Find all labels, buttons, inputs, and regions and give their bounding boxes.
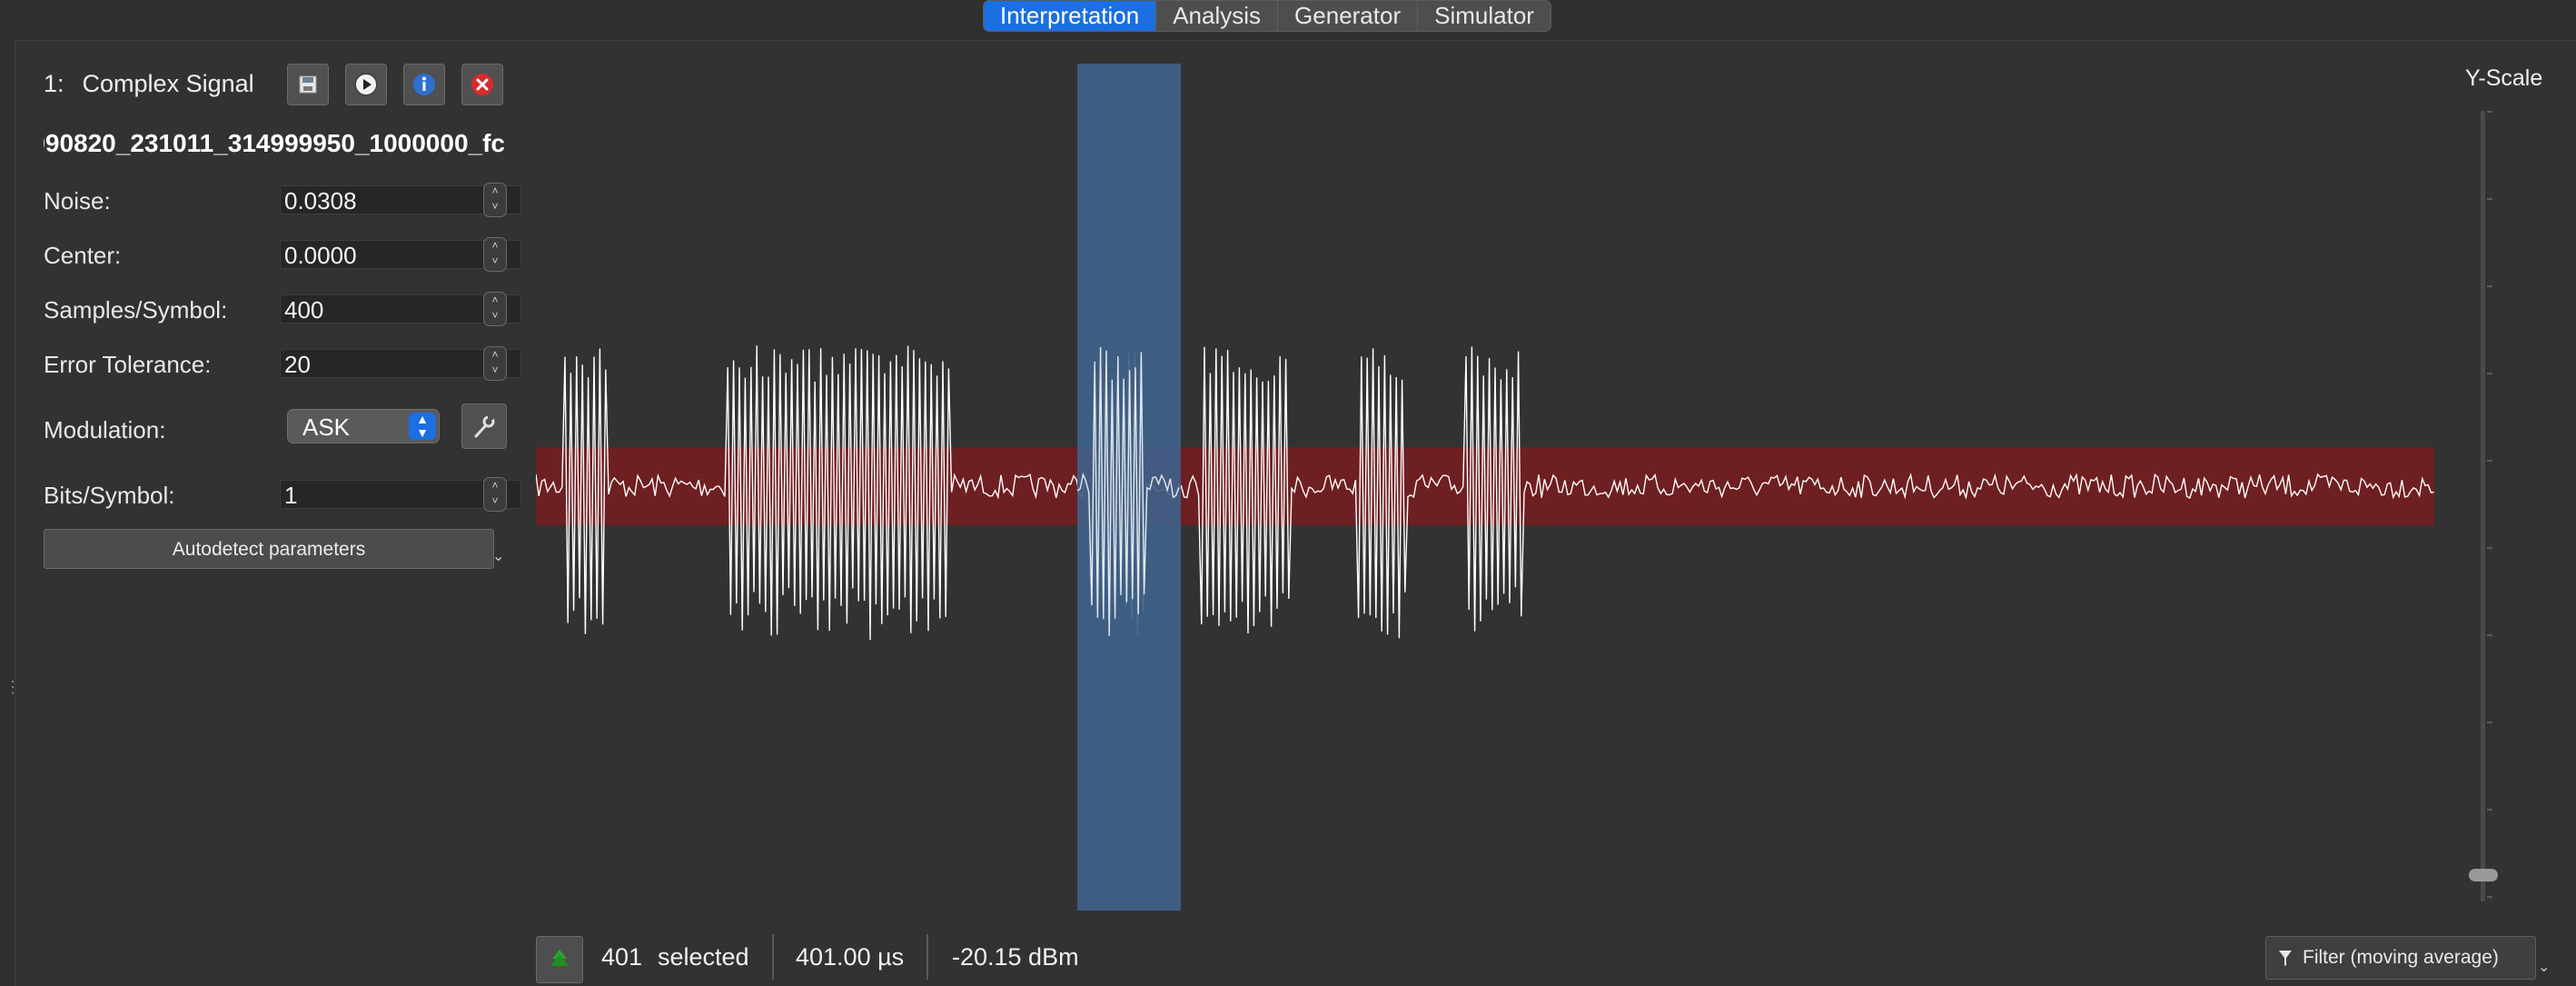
modulation-value: ASK <box>302 413 351 441</box>
y-scale-tick <box>2487 460 2492 462</box>
selection-power: -20.15 dBm <box>952 943 1079 971</box>
info-icon <box>413 74 435 95</box>
y-scale-tick <box>2487 809 2492 811</box>
signal-filename: 1090820_231011_314999950_1000000_fc <box>44 129 505 160</box>
funnel-icon <box>2277 937 2294 979</box>
play-icon <box>354 73 378 96</box>
selected-count: 401 <box>601 943 643 971</box>
tab-generator[interactable]: Generator <box>1278 1 1419 31</box>
autodetect-button[interactable]: Autodetect parameters <box>44 529 494 569</box>
signal-plot[interactable] <box>536 64 2462 918</box>
y-scale-slider[interactable] <box>2462 107 2507 907</box>
error-tolerance-stepper[interactable]: ˄ ˅ <box>483 346 507 381</box>
selection-duration: 401.00 µs <box>796 943 905 971</box>
chevron-updown-icon: ▲ ▼ <box>409 413 436 440</box>
splitter-handle[interactable]: ⋮ <box>5 677 21 697</box>
noise-label: Noise: <box>44 187 111 214</box>
noise-stepper[interactable]: ˄ ˅ <box>483 183 507 217</box>
selected-label: selected <box>658 943 749 971</box>
close-icon <box>471 74 493 95</box>
center-label: Center: <box>44 242 122 269</box>
y-scale-tick <box>2487 198 2492 200</box>
y-scale-ticks <box>2487 111 2492 898</box>
signal-name: Complex Signal <box>82 69 254 97</box>
y-scale-tick <box>2487 896 2492 898</box>
replay-button[interactable] <box>345 64 387 105</box>
y-scale-tick <box>2487 373 2492 374</box>
tree-icon <box>550 950 569 971</box>
status-divider <box>926 934 928 980</box>
error-tolerance-label: Error Tolerance: <box>44 351 212 378</box>
tab-interpretation[interactable]: Interpretation <box>984 1 1157 31</box>
tab-analysis[interactable]: Analysis <box>1156 1 1279 31</box>
modulation-label: Modulation: <box>44 416 166 443</box>
filter-button[interactable]: Filter (moving average) <box>2265 936 2536 980</box>
y-scale-label: Y-Scale <box>2465 65 2543 91</box>
tab-bar: Interpretation Analysis Generator Simula… <box>983 0 1551 32</box>
y-scale-tick <box>2487 547 2492 549</box>
filter-dropdown-icon[interactable]: ⌄ <box>2538 958 2550 976</box>
y-scale-tick <box>2487 634 2492 636</box>
bits-per-symbol-stepper[interactable]: ˄ ˅ <box>483 477 507 512</box>
signal-index: 1: <box>44 69 64 97</box>
y-scale-tick <box>2487 111 2492 113</box>
signal-filename-text: 1090820_231011_314999950_1000000_fc <box>44 129 505 157</box>
signal-title: 1: Complex Signal <box>44 70 254 98</box>
y-scale-tick <box>2487 722 2492 723</box>
status-divider <box>772 934 774 980</box>
save-button[interactable] <box>287 64 329 105</box>
modulation-select[interactable]: ASK ▲ ▼ <box>287 409 440 443</box>
filter-label: Filter (moving average) <box>2303 947 2499 968</box>
info-button[interactable] <box>403 64 445 105</box>
center-stepper[interactable]: ˄ ˅ <box>483 237 507 272</box>
bits-per-symbol-label: Bits/Symbol: <box>44 482 175 509</box>
signal-title-row: 1: Complex Signal <box>44 62 254 105</box>
show-tree-button[interactable] <box>536 936 583 983</box>
close-signal-button[interactable] <box>461 64 503 105</box>
samples-per-symbol-stepper[interactable]: ˄ ˅ <box>483 292 507 326</box>
save-icon <box>299 75 317 94</box>
wrench-icon <box>474 415 495 438</box>
chevron-down-icon[interactable]: ⌄ <box>492 547 504 565</box>
y-scale-tick <box>2487 285 2492 287</box>
modulation-settings-button[interactable] <box>461 403 507 449</box>
y-scale-track <box>2481 111 2485 901</box>
samples-per-symbol-label: Samples/Symbol: <box>44 296 228 324</box>
y-scale-handle[interactable] <box>2469 869 2498 881</box>
tab-simulator[interactable]: Simulator <box>1418 1 1551 31</box>
